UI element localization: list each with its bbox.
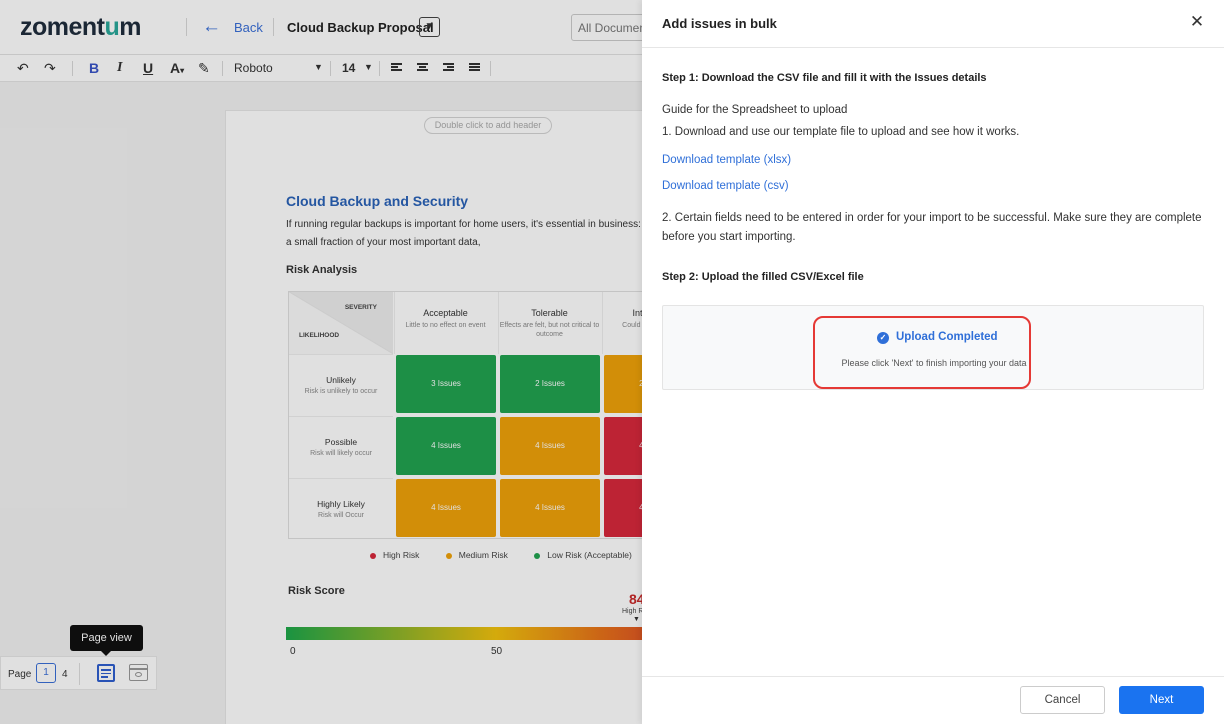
- upload-status-subtitle: Please click 'Next' to finish importing …: [841, 358, 1027, 368]
- bulk-issues-drawer: Add issues in bulk ✕ Step 1: Download th…: [642, 0, 1224, 724]
- download-csv-link[interactable]: Download template (csv): [662, 180, 789, 192]
- divider: [642, 676, 1224, 677]
- highlight-ring: [813, 316, 1031, 389]
- upload-status-title: Upload Completed: [896, 331, 998, 343]
- drawer-title: Add issues in bulk: [662, 16, 777, 31]
- step-2-heading: Step 2: Upload the filled CSV/Excel file: [662, 271, 864, 283]
- instruction-1: 1. Download and use our template file to…: [662, 126, 1020, 138]
- next-button[interactable]: Next: [1119, 686, 1204, 714]
- upload-dropzone[interactable]: ✓ Upload Completed Please click 'Next' t…: [662, 305, 1204, 390]
- download-xlsx-link[interactable]: Download template (xlsx): [662, 154, 791, 166]
- close-icon[interactable]: ✕: [1187, 12, 1207, 34]
- check-circle-icon: ✓: [877, 332, 889, 344]
- modal-backdrop[interactable]: [0, 0, 642, 724]
- step-1-heading: Step 1: Download the CSV file and fill i…: [662, 72, 987, 84]
- divider: [642, 47, 1224, 48]
- guide-text: Guide for the Spreadsheet to upload: [662, 104, 848, 116]
- cancel-button[interactable]: Cancel: [1020, 686, 1105, 714]
- instruction-2: 2. Certain fields need to be entered in …: [662, 212, 1202, 243]
